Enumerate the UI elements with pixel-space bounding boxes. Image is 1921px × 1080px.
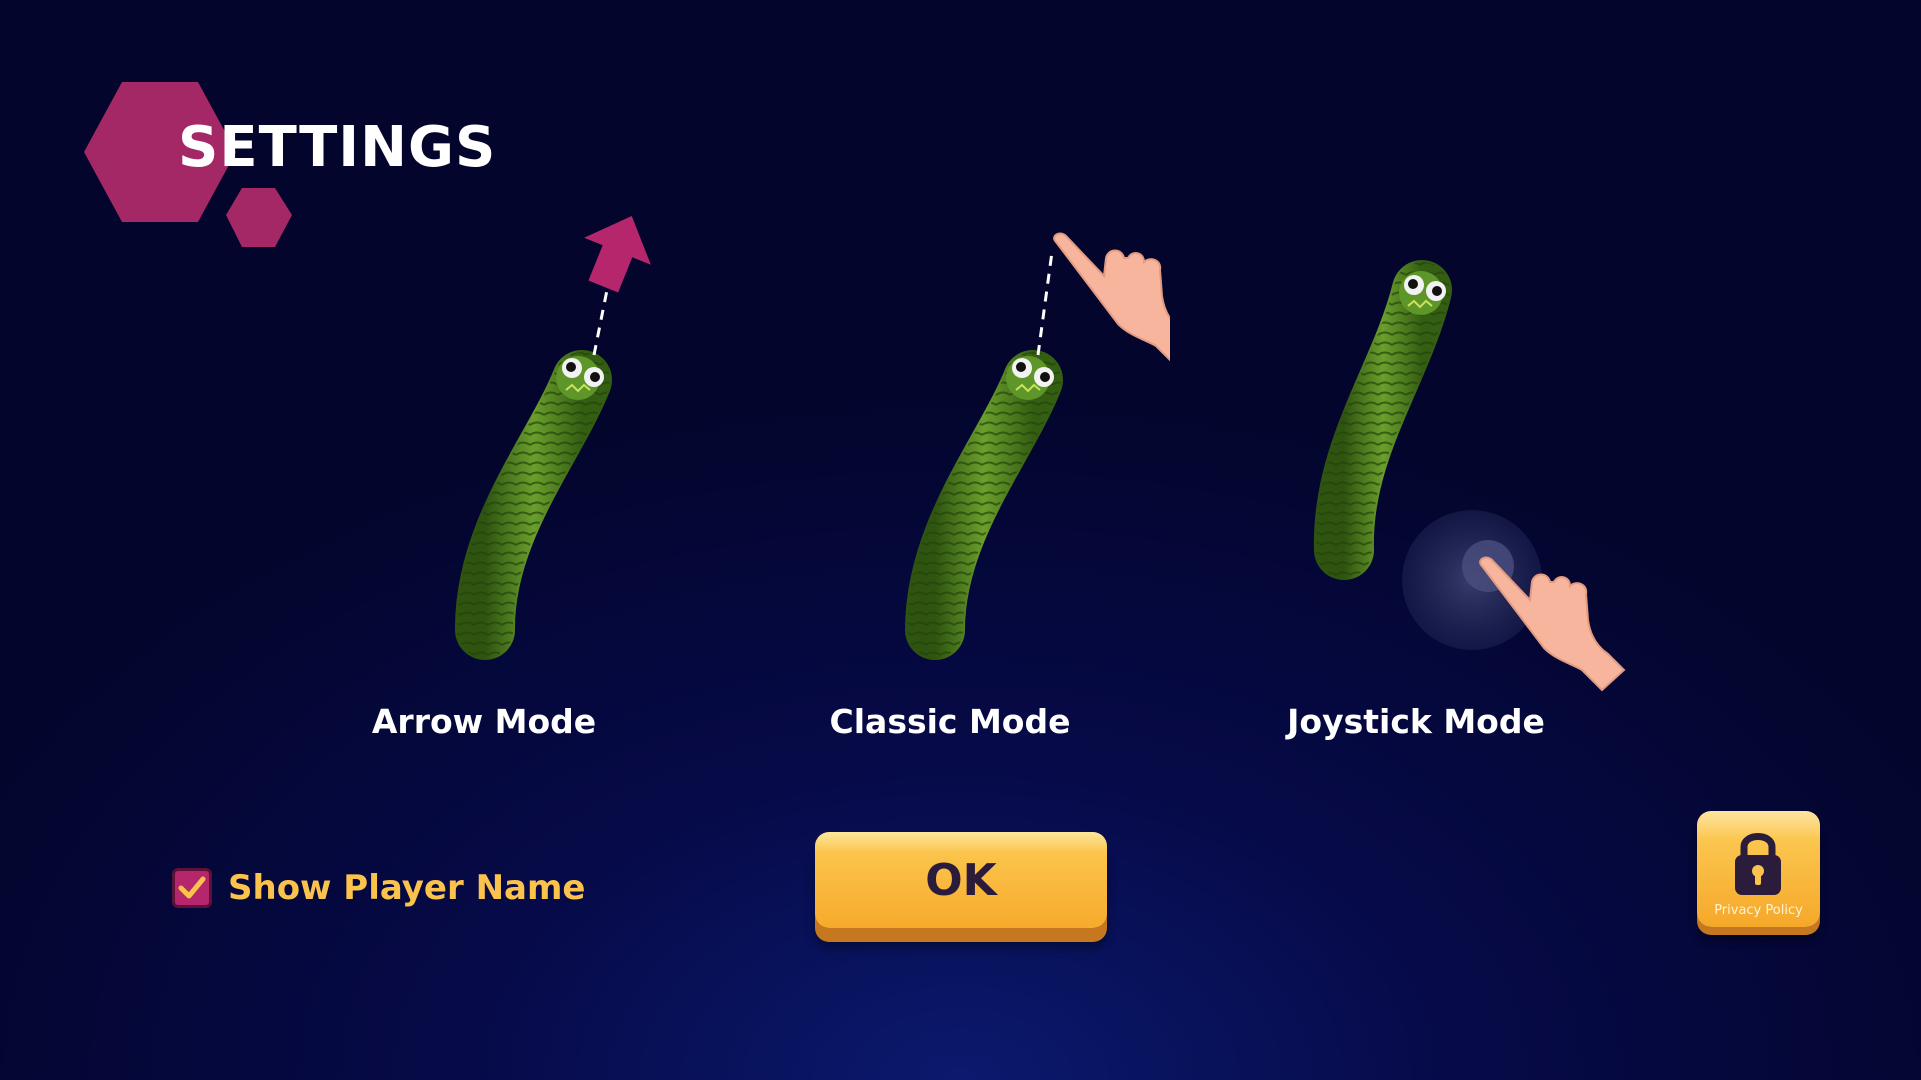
ok-button[interactable]: OK xyxy=(815,832,1107,944)
ok-label: OK xyxy=(925,854,997,906)
privacy-policy-button[interactable]: Privacy Policy xyxy=(1697,811,1820,935)
privacy-policy-label: Privacy Policy xyxy=(1714,903,1803,918)
show-player-name-label: Show Player Name xyxy=(228,868,586,908)
page-title: SETTINGS xyxy=(178,115,497,180)
checkmark-icon xyxy=(178,876,206,899)
arrow-icon xyxy=(584,216,651,293)
worm-illustration xyxy=(905,232,1170,660)
checkbox[interactable] xyxy=(172,868,212,908)
classic-mode-option[interactable]: Classic Mode xyxy=(730,200,1170,760)
worm-illustration xyxy=(454,216,651,660)
arrow-mode-option[interactable]: Arrow Mode xyxy=(264,200,704,760)
mode-label: Joystick Mode xyxy=(1287,702,1545,741)
mode-label: Classic Mode xyxy=(829,702,1071,741)
worm-illustration xyxy=(1313,260,1626,692)
mode-label: Arrow Mode xyxy=(371,702,597,741)
show-player-name-toggle[interactable]: Show Player Name xyxy=(172,868,585,908)
lock-icon xyxy=(1735,833,1781,895)
joystick-icon xyxy=(1402,510,1542,650)
joystick-mode-option[interactable]: Joystick Mode xyxy=(1196,200,1636,760)
pointing-hand-icon xyxy=(1053,232,1170,362)
